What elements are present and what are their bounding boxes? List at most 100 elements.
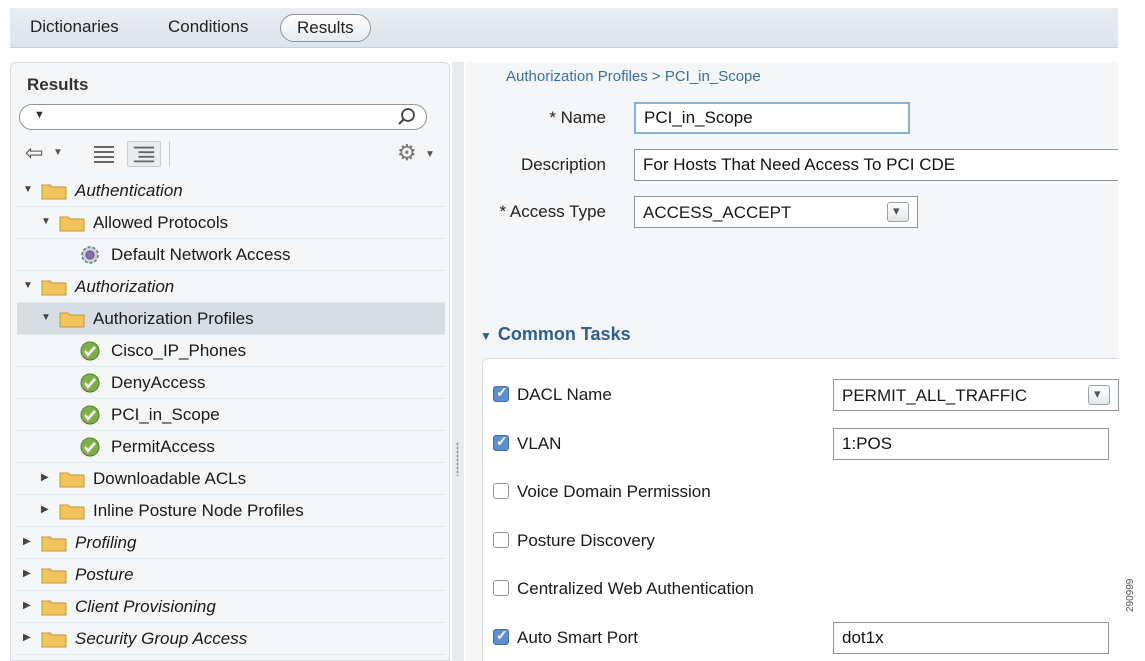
chevron-down-icon[interactable]	[887, 202, 909, 222]
vlan-field[interactable]: 1:POS	[833, 428, 1109, 460]
tree-item-label: Cisco_IP_Phones	[111, 341, 247, 360]
panel-title: Results	[27, 75, 89, 94]
tab-conditions[interactable]: Conditions	[168, 14, 248, 42]
tree-item-allowed-protocols[interactable]: ▼ Allowed Protocols	[17, 207, 445, 239]
chevron-down-icon[interactable]: ▼	[53, 147, 63, 158]
collapse-arrow-icon[interactable]: ▶	[23, 536, 31, 547]
tree-item-downloadable-acls[interactable]: ▶ Downloadable ACLs	[17, 463, 445, 495]
name-label: * Name	[549, 108, 606, 127]
task-label: DACL Name	[517, 385, 612, 404]
tree-item-pci-in-scope[interactable]: PCI_in_Scope	[17, 399, 445, 431]
list-view-icon[interactable]	[91, 143, 117, 165]
expand-arrow-icon[interactable]: ▼	[41, 312, 51, 323]
tab-dictionaries[interactable]: Dictionaries	[30, 14, 119, 42]
tree-item-authentication[interactable]: ▼ Authentication	[17, 175, 445, 207]
auto-smart-port-field[interactable]: dot1x	[833, 622, 1109, 654]
task-label: Posture Discovery	[517, 531, 655, 550]
dacl-name-checkbox[interactable]	[493, 384, 509, 402]
collapse-arrow-icon[interactable]: ▶	[23, 632, 31, 643]
tree-item-client-provisioning[interactable]: ▶ Client Provisioning	[17, 591, 445, 623]
tree-item-label: Security Group Access	[75, 629, 248, 648]
tree-item-authorization[interactable]: ▼ Authorization	[17, 271, 445, 303]
task-label: Auto Smart Port	[517, 628, 638, 647]
description-field[interactable]: For Hosts That Need Access To PCI CDE	[634, 149, 1118, 181]
name-field[interactable]	[634, 102, 910, 134]
settings-gear-icon[interactable]: ⚙	[397, 141, 417, 165]
tree-item-authorization-profiles[interactable]: ▼ Authorization Profiles	[17, 303, 445, 335]
toolbar-divider	[169, 141, 170, 167]
task-auto-smart-port[interactable]: Auto Smart Port	[493, 627, 638, 648]
tree-item-default-network-access[interactable]: Default Network Access	[17, 239, 445, 271]
folder-icon	[59, 312, 85, 328]
tree-item-label: Posture	[75, 565, 134, 584]
search-filter-dropdown-icon[interactable]: ▼	[34, 109, 45, 121]
folder-icon	[41, 184, 67, 200]
task-voice-domain-permission[interactable]: Voice Domain Permission	[493, 482, 711, 502]
tree-item-label: PCI_in_Scope	[111, 405, 220, 424]
tree-item-label: Downloadable ACLs	[93, 469, 247, 488]
vlan-checkbox[interactable]	[493, 433, 509, 451]
search-box[interactable]: ▼	[19, 104, 427, 130]
task-posture-discovery[interactable]: Posture Discovery	[493, 531, 655, 551]
description-value: For Hosts That Need Access To PCI CDE	[643, 155, 956, 174]
auto-smart-port-checkbox[interactable]	[493, 627, 509, 645]
tree-item-deny-access[interactable]: DenyAccess	[17, 367, 445, 399]
dacl-name-value: PERMIT_ALL_TRAFFIC	[842, 386, 1028, 405]
authorization-profile-form: Authorization Profiles > PCI_in_Scope * …	[466, 62, 1119, 661]
tree-item-label: Allowed Protocols	[93, 213, 229, 232]
tree-item-security-group-access[interactable]: ▶ Security Group Access	[17, 623, 445, 655]
task-label: Voice Domain Permission	[517, 482, 711, 501]
voice-domain-permission-checkbox[interactable]	[493, 483, 509, 499]
folder-icon	[41, 632, 67, 648]
common-tasks-header[interactable]: ▼ Common Tasks	[480, 324, 631, 345]
tab-results[interactable]: Results	[280, 14, 371, 42]
tree-item-permit-access[interactable]: PermitAccess	[17, 431, 445, 463]
task-dacl-name[interactable]: DACL Name	[493, 384, 612, 405]
expand-arrow-icon[interactable]: ▼	[41, 216, 51, 227]
collapse-arrow-icon[interactable]: ▶	[23, 600, 31, 611]
search-input[interactable]	[54, 108, 384, 126]
chevron-down-icon[interactable]	[1088, 385, 1110, 405]
dacl-name-select[interactable]: PERMIT_ALL_TRAFFIC	[833, 379, 1119, 411]
collapse-arrow-icon[interactable]: ▶	[23, 568, 31, 579]
tree-item-cisco-ip-phones[interactable]: Cisco_IP_Phones	[17, 335, 445, 367]
breadcrumb[interactable]: Authorization Profiles > PCI_in_Scope	[506, 68, 761, 85]
access-type-label: * Access Type	[499, 202, 606, 221]
chevron-down-icon[interactable]: ▼	[425, 149, 435, 160]
results-panel: Results ▼ ⇦ ▼ ⚙ ▼ ▼ Authentication ▼ All…	[10, 62, 450, 661]
access-type-select[interactable]: ACCESS_ACCEPT	[634, 196, 918, 228]
collapse-arrow-icon[interactable]: ▶	[41, 504, 49, 515]
tree-item-label: Authentication	[75, 181, 183, 200]
tree-item-label: Inline Posture Node Profiles	[93, 501, 304, 520]
task-vlan[interactable]: VLAN	[493, 433, 562, 454]
top-tab-bar: Dictionaries Conditions Results	[10, 8, 1118, 48]
folder-icon	[41, 536, 67, 552]
tree-toolbar: ⇦ ▼ ⚙ ▼	[19, 141, 439, 169]
tree-item-label: Authorization	[75, 277, 175, 296]
task-centralized-web-authentication[interactable]: Centralized Web Authentication	[493, 579, 754, 599]
tree-item-posture[interactable]: ▶ Posture	[17, 559, 445, 591]
task-label: VLAN	[517, 434, 562, 453]
tree-view-icon[interactable]	[127, 141, 161, 167]
centralized-web-authentication-checkbox[interactable]	[493, 580, 509, 596]
back-arrow-icon[interactable]: ⇦	[25, 141, 43, 165]
common-tasks-list: DACL Name PERMIT_ALL_TRAFFIC VLAN 1:POS …	[482, 358, 1119, 661]
expand-arrow-icon[interactable]: ▼	[23, 280, 33, 291]
tree-item-label: PermitAccess	[111, 437, 215, 456]
check-shield-icon	[80, 437, 100, 457]
vlan-value: 1:POS	[842, 434, 893, 453]
tree-item-profiling[interactable]: ▶ Profiling	[17, 527, 445, 559]
posture-discovery-checkbox[interactable]	[493, 532, 509, 548]
folder-icon	[41, 568, 67, 584]
expand-arrow-icon[interactable]: ▼	[480, 329, 492, 343]
splitter-grip-icon[interactable]	[456, 442, 459, 476]
description-label: Description	[520, 155, 606, 174]
tree-item-label: DenyAccess	[111, 373, 206, 392]
collapse-arrow-icon[interactable]: ▶	[41, 472, 49, 483]
tree-item-inline-posture-node-profiles[interactable]: ▶ Inline Posture Node Profiles	[17, 495, 445, 527]
search-icon[interactable]	[396, 106, 418, 128]
panel-splitter[interactable]	[452, 62, 464, 661]
tree-item-label: Default Network Access	[111, 245, 291, 264]
check-shield-icon	[80, 405, 100, 425]
expand-arrow-icon[interactable]: ▼	[23, 184, 33, 195]
